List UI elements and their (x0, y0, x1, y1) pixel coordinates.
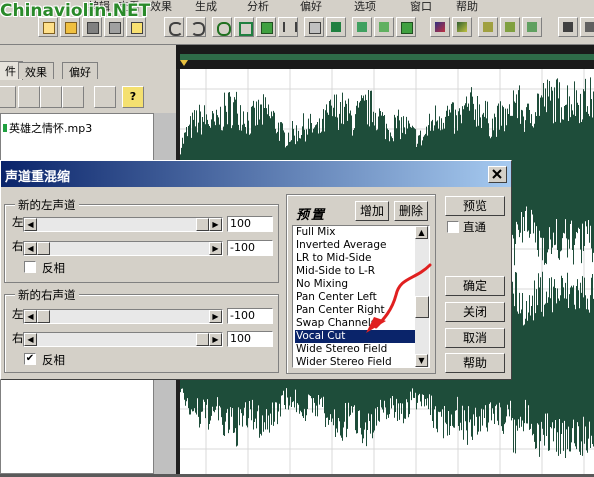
right-channel-l-label: 左 (12, 307, 24, 321)
slider-left-arrow-icon[interactable]: ◀ (24, 333, 37, 346)
menu-item-generate[interactable]: 生成 (195, 0, 217, 14)
snap-button[interactable] (374, 17, 394, 37)
dialog-titlebar[interactable]: 声道重混缩 (1, 161, 511, 187)
right-channel-invert-checkbox[interactable]: ✔ (24, 353, 36, 365)
menu-item-favorites[interactable]: 偏好 (300, 0, 322, 14)
help-button[interactable]: 帮助 (445, 353, 505, 373)
preset-add-button[interactable]: 增加 (355, 201, 389, 221)
menu-item-help[interactable]: 帮助 (456, 0, 478, 14)
open-icon[interactable] (0, 86, 16, 108)
waveform-view-button[interactable] (452, 17, 472, 37)
help-icon[interactable]: ? (122, 86, 144, 108)
right-channel-title: 新的右声道 (15, 287, 79, 303)
preview-button[interactable]: 预览 (445, 196, 505, 216)
tab-favorites[interactable]: 偏好 (62, 62, 98, 79)
window2-button[interactable] (580, 17, 594, 37)
zoom-in-button[interactable] (478, 17, 498, 37)
mark-button[interactable] (352, 17, 372, 37)
cut-button[interactable] (278, 17, 298, 37)
preset-item-wider-stereo-field[interactable]: Wider Stereo Field (295, 356, 418, 367)
slider-right-arrow-icon[interactable]: ▶ (209, 333, 222, 346)
trim-button[interactable] (326, 17, 346, 37)
edit-file-icon[interactable] (62, 86, 84, 108)
multitrack-button[interactable] (522, 17, 542, 37)
left-channel-invert-checkbox[interactable] (24, 261, 36, 273)
slider-left-arrow-icon[interactable]: ◀ (24, 218, 37, 231)
paste-button[interactable] (304, 17, 324, 37)
copy-button[interactable] (256, 17, 276, 37)
undo-button[interactable] (164, 17, 184, 37)
file-name: 英雄之情怀.mp3 (9, 122, 93, 135)
overview-bar[interactable] (180, 54, 594, 60)
close-dialog-button[interactable]: 关闭 (445, 302, 505, 322)
right-channel-l-slider[interactable]: ◀ ▶ (23, 309, 223, 324)
envelope-button[interactable] (396, 17, 416, 37)
slider-right-arrow-icon[interactable]: ▶ (209, 218, 222, 231)
right-channel-r-value[interactable]: 100 (227, 331, 273, 347)
slider-right-arrow-icon[interactable]: ▶ (209, 242, 222, 255)
checkmark-icon: ✔ (25, 353, 35, 364)
menu-item-effects[interactable]: 效果 (150, 0, 172, 14)
window-button[interactable] (558, 17, 578, 37)
preset-item-full-mix[interactable]: Full Mix (295, 226, 418, 239)
menu-item-options[interactable]: 选项 (354, 0, 376, 14)
playhead-marker[interactable] (180, 60, 188, 66)
redo-button[interactable] (186, 17, 206, 37)
scroll-down-arrow-icon[interactable]: ▼ (415, 354, 428, 367)
timeline-header (176, 45, 594, 69)
close-file-icon[interactable] (40, 86, 62, 108)
close-icon (492, 169, 502, 179)
import-icon[interactable] (18, 86, 40, 108)
slider-left-arrow-icon[interactable]: ◀ (24, 310, 37, 323)
preset-delete-button[interactable]: 删除 (394, 201, 428, 221)
left-channel-group: 新的左声道 左 ◀ ▶ 100 右 ◀ ▶ -100 反相 (4, 197, 279, 283)
slider-thumb[interactable] (37, 242, 50, 255)
file-toolbar: ? (0, 83, 176, 111)
audio-file-icon (3, 124, 7, 132)
mix-icon-button[interactable] (212, 17, 232, 37)
settings-icon[interactable] (94, 86, 116, 108)
spectral-view-button[interactable] (430, 17, 450, 37)
slider-thumb[interactable] (196, 218, 209, 231)
direct-checkbox[interactable] (447, 221, 459, 233)
dialog-title: 声道重混缩 (5, 170, 71, 185)
scroll-up-arrow-icon[interactable]: ▲ (415, 226, 428, 239)
left-channel-l-value[interactable]: 100 (227, 216, 273, 232)
right-channel-r-label: 右 (12, 331, 24, 345)
close-button[interactable] (488, 166, 507, 183)
slider-left-arrow-icon[interactable]: ◀ (24, 242, 37, 255)
tab-effects[interactable]: 效果 (18, 62, 54, 79)
right-channel-group: 新的右声道 左 ◀ ▶ -100 右 ◀ ▶ 100 ✔ 反相 (4, 287, 279, 373)
file-list-item[interactable]: 英雄之情怀.mp3 (3, 120, 92, 136)
left-channel-l-label: 左 (12, 215, 24, 229)
slider-thumb[interactable] (196, 333, 209, 346)
slider-thumb[interactable] (37, 310, 50, 323)
right-channel-r-slider[interactable]: ◀ ▶ (23, 332, 223, 347)
left-channel-r-label: 右 (12, 239, 24, 253)
slider-right-arrow-icon[interactable]: ▶ (209, 310, 222, 323)
cancel-button[interactable]: 取消 (445, 328, 505, 348)
zoom-out-button[interactable] (500, 17, 520, 37)
left-channel-r-slider[interactable]: ◀ ▶ (23, 241, 223, 256)
left-channel-r-value[interactable]: -100 (227, 240, 273, 256)
annotation-arrow (366, 263, 432, 333)
preset-item-inverted-average[interactable]: Inverted Average (295, 239, 418, 252)
preset-label: 预置 (296, 208, 327, 223)
left-channel-title: 新的左声道 (15, 197, 79, 213)
menu-item-window[interactable]: 窗口 (410, 0, 432, 14)
preset-item-wide-stereo-field[interactable]: Wide Stereo Field (295, 343, 418, 356)
ok-button[interactable]: 确定 (445, 276, 505, 296)
direct-label: 直通 (463, 220, 486, 234)
right-channel-invert-label: 反相 (42, 353, 65, 367)
right-channel-l-value[interactable]: -100 (227, 308, 273, 324)
menu-item-analyze[interactable]: 分析 (247, 0, 269, 14)
left-channel-invert-label: 反相 (42, 261, 65, 275)
select-button[interactable] (234, 17, 254, 37)
watermark: Chinaviolin.NET (0, 1, 151, 21)
left-channel-l-slider[interactable]: ◀ ▶ (23, 217, 223, 232)
